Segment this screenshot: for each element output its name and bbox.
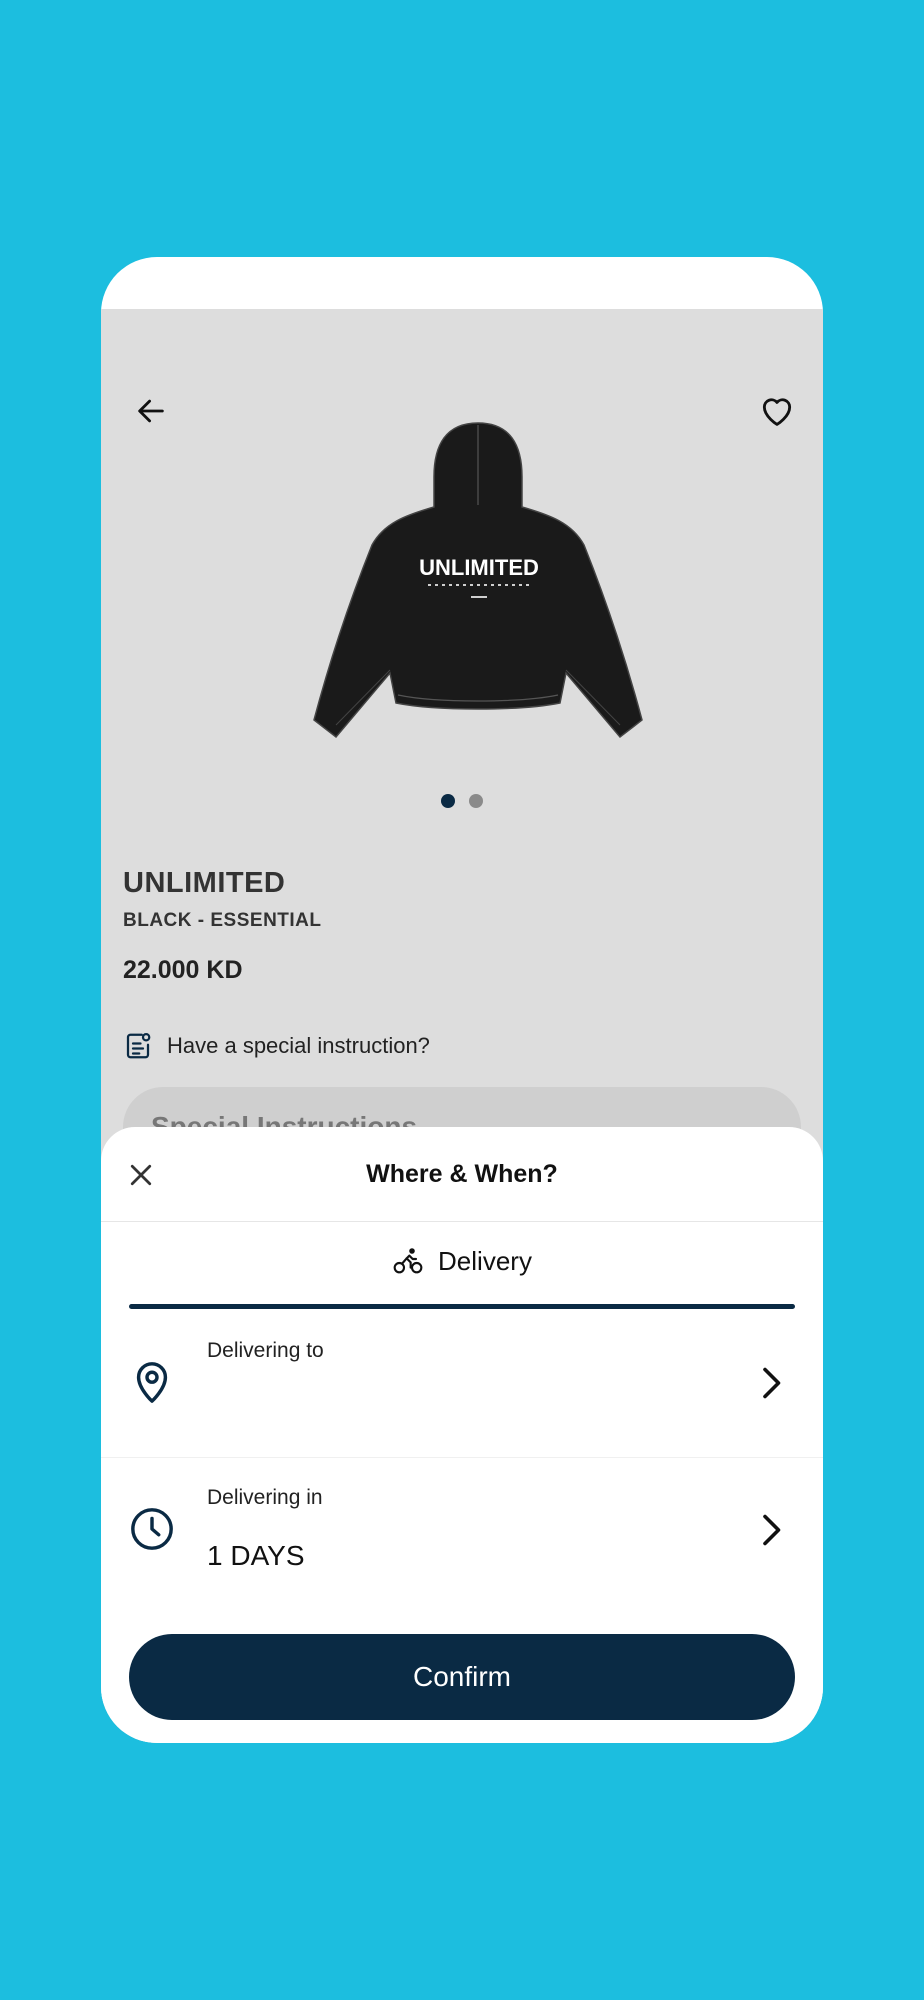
favorite-button[interactable]: [755, 389, 799, 433]
product-variant: BLACK - ESSENTIAL: [123, 910, 322, 931]
tab-content: Delivery: [129, 1245, 795, 1277]
note-icon: [126, 1033, 151, 1059]
delivering-in-row[interactable]: Delivering in 1 DAYS: [101, 1458, 823, 1604]
sheet-header: Where & When?: [101, 1127, 823, 1222]
back-button[interactable]: [129, 389, 173, 433]
tab-delivery-label: Delivery: [438, 1245, 532, 1276]
delivering-in-label: Delivering in: [207, 1486, 323, 1509]
location-pin-icon: [136, 1362, 168, 1403]
special-instruction-prompt: Have a special instruction?: [123, 1031, 430, 1061]
delivering-in-value: 1 DAYS: [207, 1540, 305, 1571]
product-image[interactable]: UNLIMITED: [306, 415, 652, 745]
app-window: UNLIMITED UNLIMITED BLACK - ESSENTIAL 22…: [101, 257, 823, 1743]
confirm-button[interactable]: Confirm: [129, 1634, 795, 1720]
tab-active-indicator: [129, 1304, 795, 1309]
clock-icon: [131, 1508, 173, 1550]
chevron-right-icon: [763, 1367, 781, 1399]
heart-icon: [762, 398, 792, 426]
product-name: UNLIMITED: [123, 867, 286, 899]
delivering-to-row[interactable]: Delivering to: [101, 1311, 823, 1458]
carousel-dot-active[interactable]: [441, 794, 455, 808]
special-instruction-label: Have a special instruction?: [167, 1033, 430, 1058]
hoodie-print-text: UNLIMITED: [419, 555, 539, 580]
chevron-right-icon: [763, 1514, 781, 1546]
where-when-sheet: Where & When? Delivery Delivering to Del…: [101, 1127, 823, 1743]
delivering-to-label: Delivering to: [207, 1339, 324, 1362]
product-price: 22.000 KD: [123, 956, 243, 984]
carousel-dot[interactable]: [469, 794, 483, 808]
sheet-title: Where & When?: [366, 1160, 558, 1188]
carousel-indicator: [101, 794, 823, 808]
bicycle-icon: [393, 1248, 423, 1274]
tab-delivery[interactable]: Delivery: [129, 1223, 795, 1309]
back-arrow-icon: [138, 399, 164, 423]
